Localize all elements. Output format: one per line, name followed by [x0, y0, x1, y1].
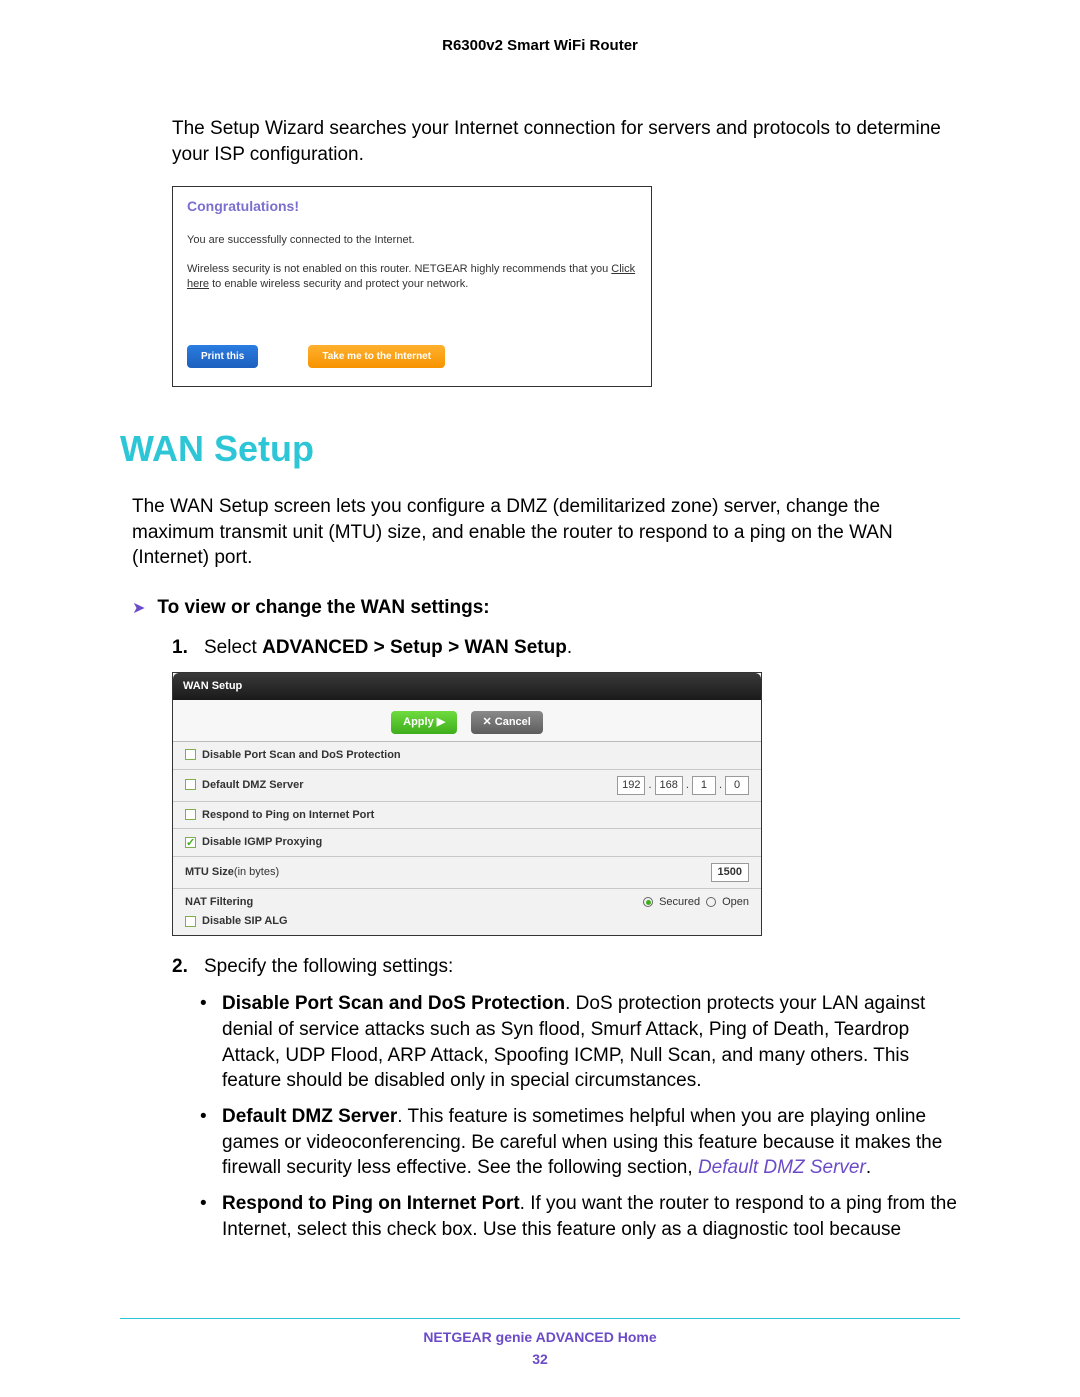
disable-port-scan-label: Disable Port Scan and DoS Protection [202, 749, 401, 761]
footer-page-number: 32 [0, 1350, 1080, 1369]
wan-intro-paragraph: The WAN Setup screen lets you configure … [132, 494, 960, 571]
footer-separator [120, 1318, 960, 1319]
bullet-icon: • [200, 1191, 210, 1242]
congrats-security-text: Wireless security is not enabled on this… [187, 262, 637, 291]
congrats-connected-text: You are successfully connected to the In… [187, 233, 637, 248]
wan-setup-titlebar: WAN Setup [173, 673, 761, 700]
cancel-button[interactable]: ✕ Cancel [471, 711, 543, 734]
respond-ping-label: Respond to Ping on Internet Port [202, 809, 374, 821]
disable-igmp-checkbox[interactable] [185, 837, 196, 848]
step-2-text: Specify the following settings: [204, 954, 453, 980]
disable-sip-alg-checkbox[interactable] [185, 916, 196, 927]
bullet-icon: • [200, 1104, 210, 1181]
product-header: R6300v2 Smart WiFi Router [120, 36, 960, 56]
wan-setup-heading: WAN Setup [120, 425, 960, 474]
disable-port-scan-checkbox[interactable] [185, 749, 196, 760]
bullet-icon: • [200, 991, 210, 1094]
disable-sip-alg-label: Disable SIP ALG [202, 915, 288, 927]
bullet-1: Disable Port Scan and DoS Protection. Do… [222, 991, 960, 1094]
congrats-dialog: Congratulations! You are successfully co… [172, 186, 652, 388]
print-this-button[interactable]: Print this [187, 345, 258, 369]
intro-paragraph: The Setup Wizard searches your Internet … [172, 116, 960, 167]
task-heading: To view or change the WAN settings: [157, 595, 489, 621]
respond-ping-checkbox[interactable] [185, 809, 196, 820]
bullet-2: Default DMZ Server. This feature is some… [222, 1104, 960, 1181]
default-dmz-server-link[interactable]: Default DMZ Server [698, 1157, 866, 1178]
task-arrow-icon: ➤ [132, 596, 145, 620]
step-1-text: Select ADVANCED > Setup > WAN Setup. [204, 635, 572, 661]
nat-open-radio[interactable] [706, 897, 716, 907]
take-me-internet-button[interactable]: Take me to the Internet [308, 345, 445, 369]
footer-title: NETGEAR genie ADVANCED Home [0, 1328, 1080, 1347]
wan-setup-screenshot: WAN Setup Apply ▶ ✕ Cancel Disable Port … [172, 672, 762, 936]
bullet-3: Respond to Ping on Internet Port. If you… [222, 1191, 960, 1242]
dmz-ip-input[interactable]: 192. 168. 1. 0 [617, 776, 749, 795]
mtu-size-label: MTU Size [185, 866, 234, 878]
disable-igmp-label: Disable IGMP Proxying [202, 836, 322, 848]
apply-button[interactable]: Apply ▶ [391, 711, 457, 734]
congrats-title: Congratulations! [187, 197, 637, 216]
default-dmz-checkbox[interactable] [185, 779, 196, 790]
mtu-size-input[interactable]: 1500 [711, 863, 749, 882]
nat-secured-radio[interactable] [643, 897, 653, 907]
step-2-number: 2. [172, 954, 192, 980]
step-1-number: 1. [172, 635, 192, 661]
default-dmz-label: Default DMZ Server [202, 779, 303, 791]
nat-filtering-label: NAT Filtering [185, 895, 288, 910]
